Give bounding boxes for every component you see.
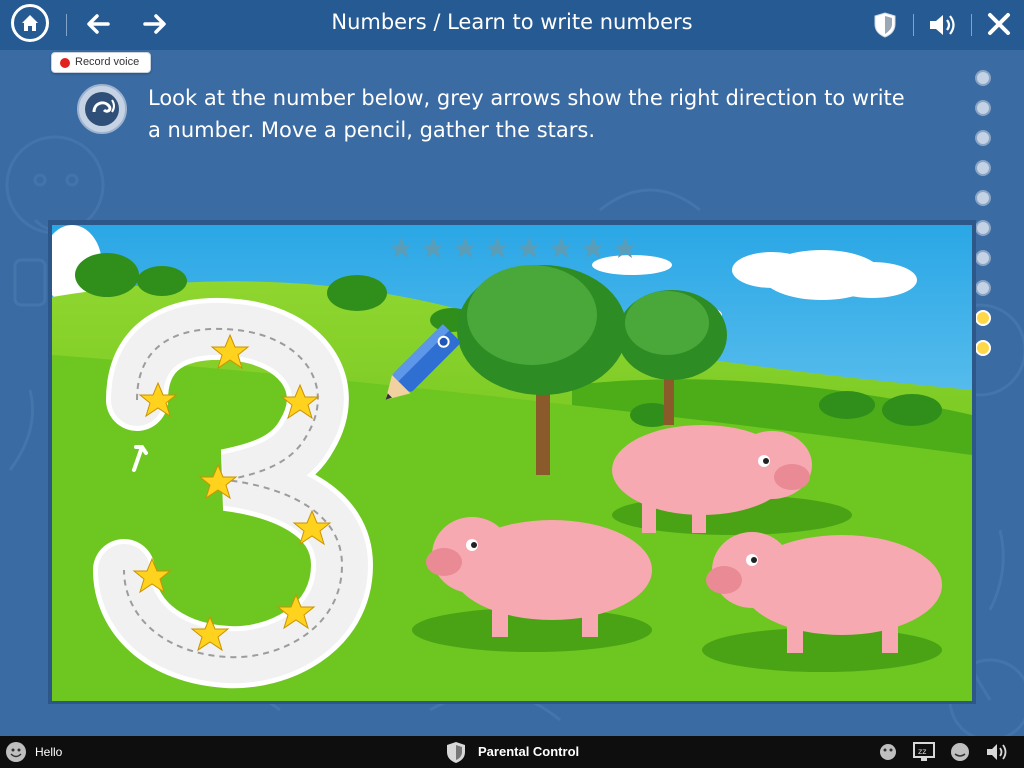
pig <box>702 532 942 672</box>
listen-icon <box>85 92 119 126</box>
home-button[interactable] <box>11 4 49 42</box>
pig <box>412 517 652 652</box>
user-avatar-icon[interactable] <box>5 741 27 763</box>
svg-text:zz: zz <box>918 747 926 756</box>
page-title: Numbers / Learn to write numbers <box>331 10 693 34</box>
shield-icon[interactable] <box>444 740 468 764</box>
help-mascot-icon[interactable] <box>948 741 972 763</box>
record-dot-icon <box>60 58 70 68</box>
game-scene <box>52 225 972 701</box>
progress-dot[interactable] <box>975 70 991 86</box>
progress-dot-completed[interactable] <box>975 340 991 356</box>
header-divider <box>913 14 914 36</box>
back-button[interactable] <box>84 10 112 38</box>
record-voice-label: Record voice <box>75 56 140 68</box>
scene-illustration <box>52 225 972 701</box>
progress-dot[interactable] <box>975 160 991 176</box>
header-divider <box>971 14 972 36</box>
progress-dot[interactable] <box>975 100 991 116</box>
instruction-line-1: Look at the number below, grey arrows sh… <box>148 86 905 110</box>
progress-dot-completed[interactable] <box>975 310 991 326</box>
volume-icon[interactable] <box>984 741 1010 763</box>
shield-icon[interactable] <box>872 11 898 39</box>
record-voice-button[interactable]: Record voice <box>51 52 151 73</box>
play-instruction-button[interactable] <box>77 84 127 134</box>
instruction-line-2: a number. Move a pencil, gather the star… <box>148 118 595 142</box>
settings-mascot-icon[interactable] <box>876 741 900 763</box>
status-bar: Hello Parental Control zz <box>0 736 1024 768</box>
progress-dot[interactable] <box>975 130 991 146</box>
home-icon <box>22 15 38 31</box>
instruction-text: Look at the number below, grey arrows sh… <box>148 82 908 146</box>
forward-button[interactable] <box>141 10 169 38</box>
progress-dot[interactable] <box>975 280 991 296</box>
close-button[interactable] <box>986 11 1012 37</box>
sleep-screen-icon[interactable]: zz <box>912 741 936 763</box>
header-divider <box>66 14 67 36</box>
progress-dot[interactable] <box>975 190 991 206</box>
progress-dot[interactable] <box>975 250 991 266</box>
sound-button[interactable] <box>927 11 957 39</box>
progress-dot[interactable] <box>975 220 991 236</box>
greeting-text: Hello <box>35 745 63 759</box>
parental-control-link[interactable]: Parental Control <box>478 744 579 759</box>
top-bar: Numbers / Learn to write numbers <box>0 0 1024 50</box>
